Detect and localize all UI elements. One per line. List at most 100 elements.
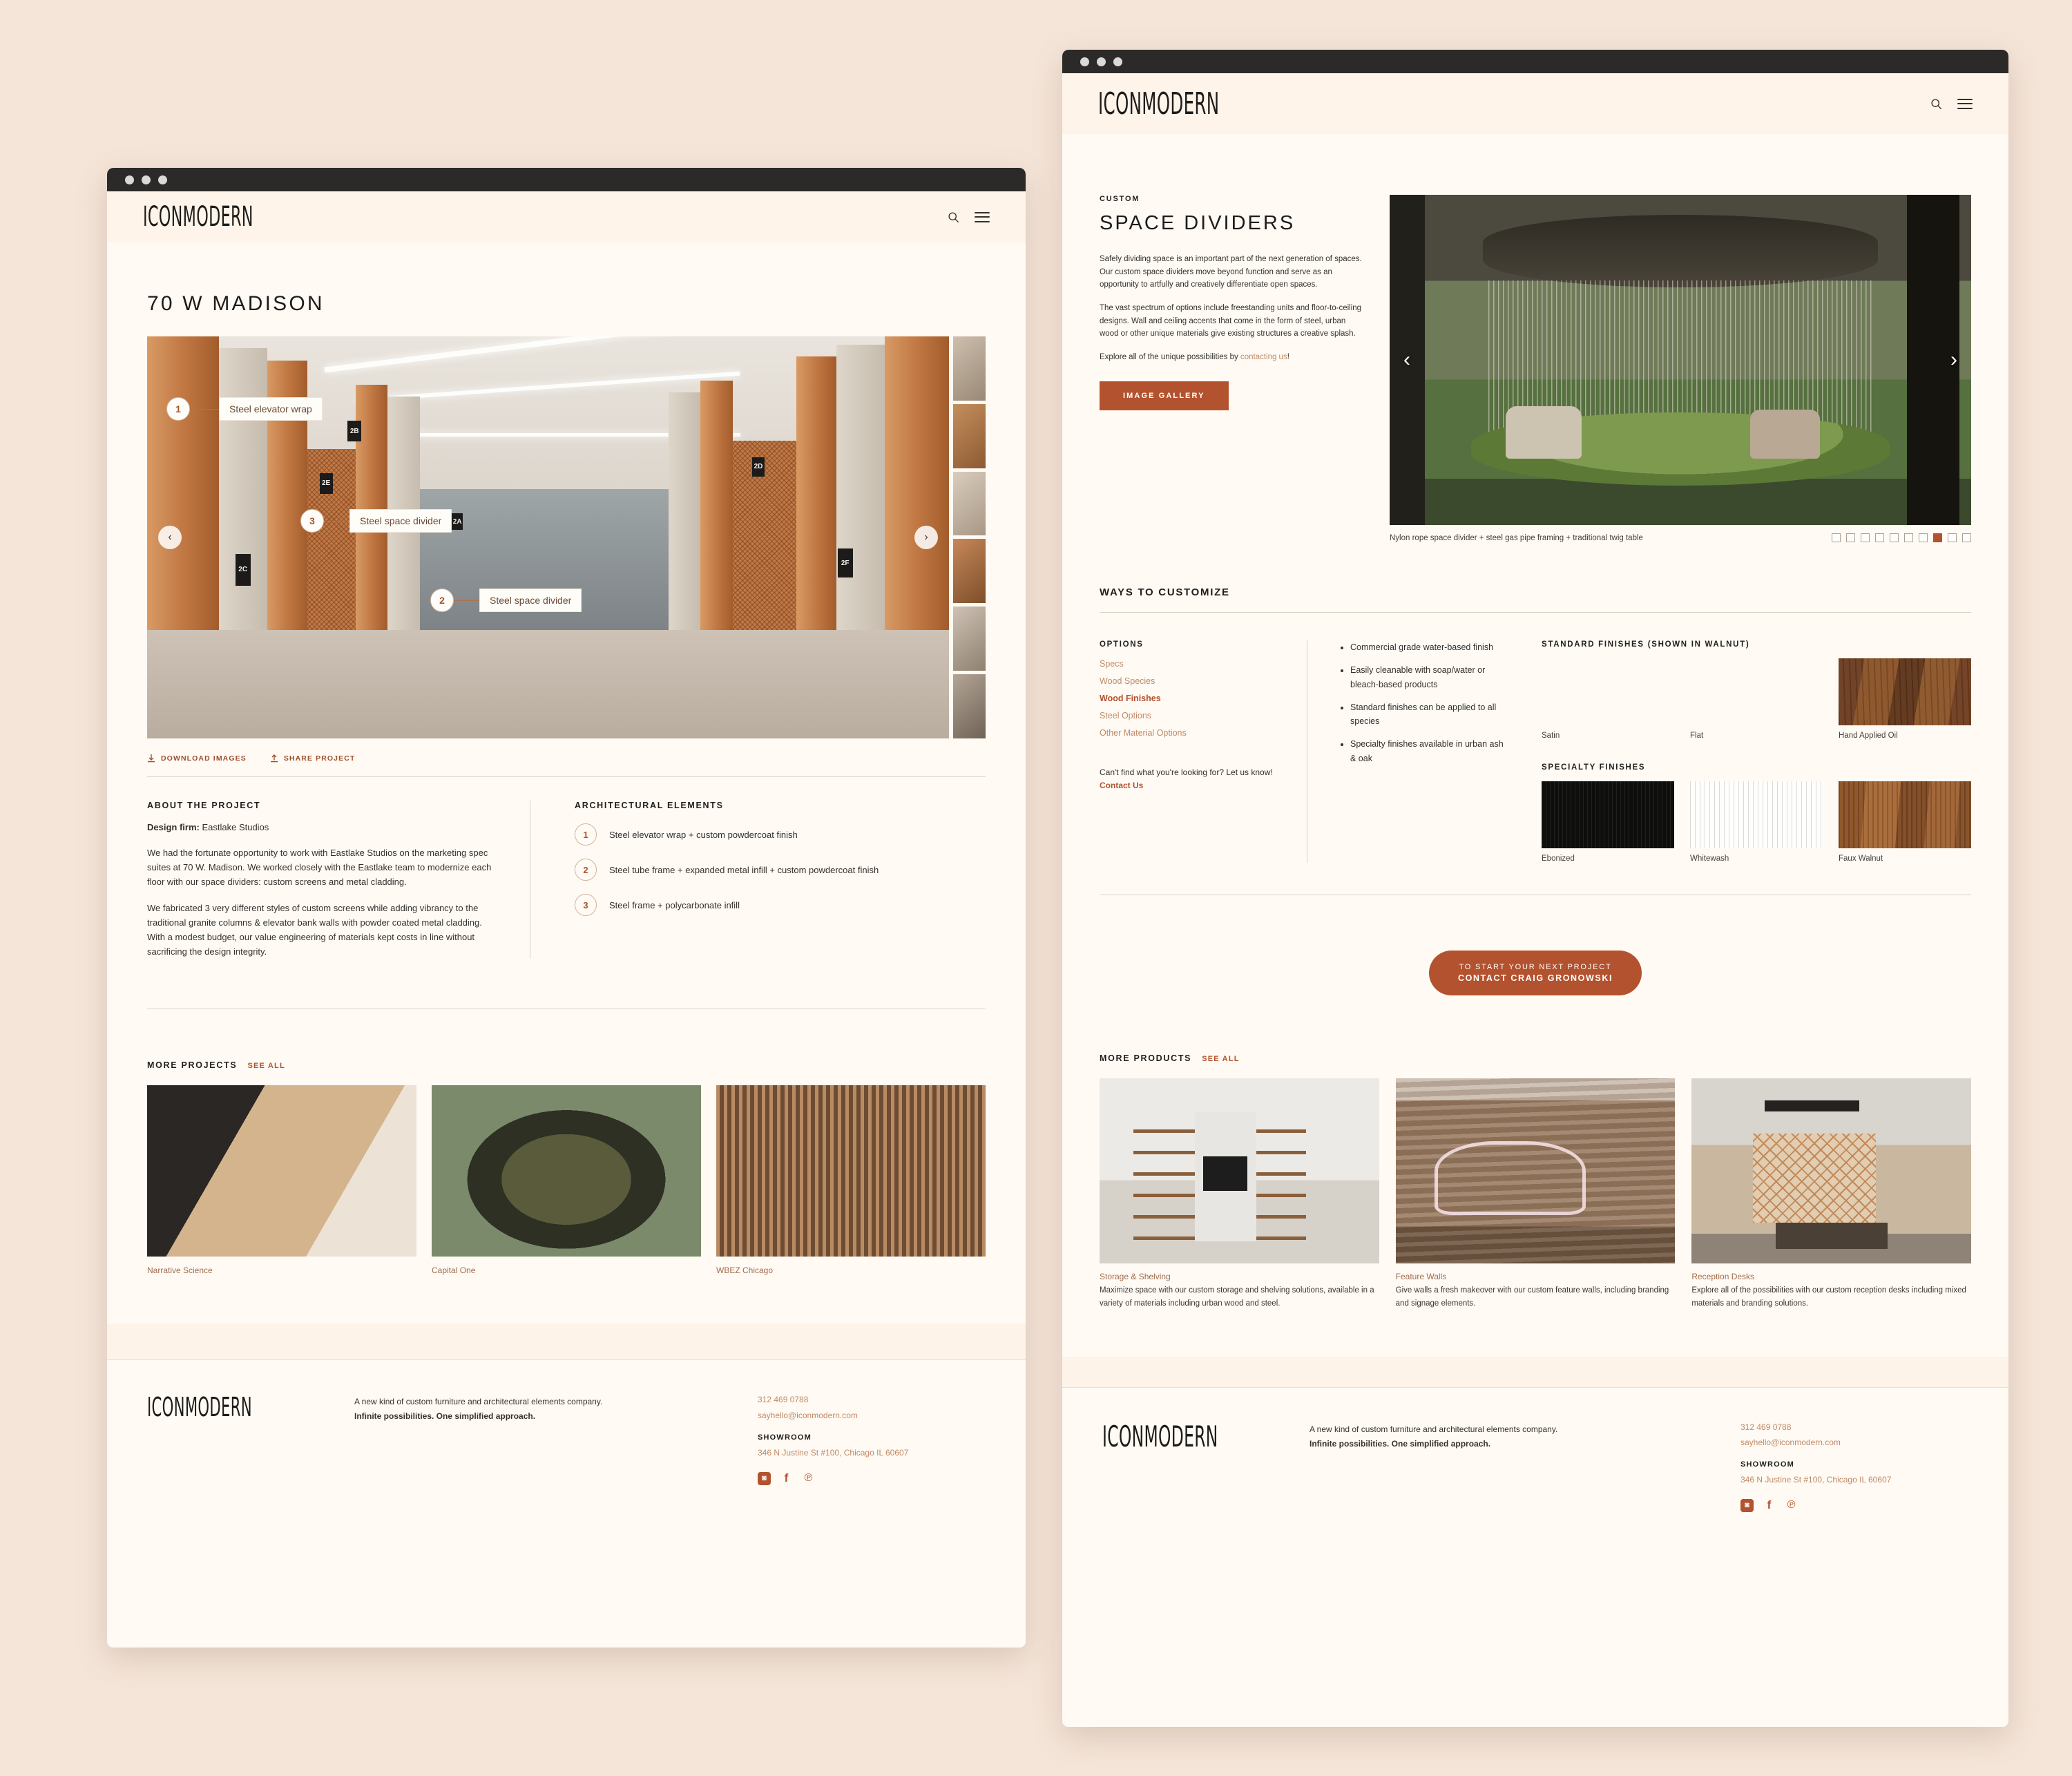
footer-phone[interactable]: 312 469 0788 xyxy=(758,1392,986,1408)
hero-next-button[interactable]: › xyxy=(914,526,938,549)
finish-swatch[interactable]: Whitewash xyxy=(1690,781,1823,863)
finish-swatch-image xyxy=(1839,781,1971,848)
project-card[interactable]: WBEZ Chicago xyxy=(716,1085,986,1275)
facebook-icon[interactable]: f xyxy=(780,1471,793,1485)
site-logo[interactable]: ICONMODERN xyxy=(1098,86,1219,122)
finish-swatch[interactable]: Ebonized xyxy=(1542,781,1674,863)
carousel-dot[interactable] xyxy=(1962,533,1971,542)
window-minimize-button[interactable] xyxy=(1097,57,1106,66)
more-projects-section: MORE PROJECTS SEE ALL Narrative Science … xyxy=(107,1060,1026,1275)
hero-image[interactable]: 2C 2E 2F 2D 2A 2B 1 Steel elevator wrap … xyxy=(147,336,949,738)
footer-address: 346 N Justine St #100, Chicago IL 60607 xyxy=(1740,1475,1892,1485)
site-header: ICONMODERN xyxy=(1062,73,2008,134)
product-paragraph-2: The vast spectrum of options include fre… xyxy=(1100,303,1362,338)
hero-thumbnail[interactable] xyxy=(953,336,986,401)
footer-email[interactable]: sayhello@iconmodern.com xyxy=(1740,1435,1968,1451)
option-wood-species[interactable]: Wood Species xyxy=(1100,676,1283,686)
finish-swatch[interactable]: Faux Walnut xyxy=(1839,781,1971,863)
carousel-dot[interactable] xyxy=(1948,533,1957,542)
footer-social-links: ◙ f ℗ xyxy=(758,1471,986,1485)
project-hero-section: 2C 2E 2F 2D 2A 2B 1 Steel elevator wrap … xyxy=(107,336,1026,738)
search-icon[interactable] xyxy=(1930,98,1942,110)
element-row: 3 Steel frame + polycarbonate infill xyxy=(575,894,986,916)
hero-callout-marker-1[interactable]: 1 xyxy=(166,397,190,421)
carousel-prev-button[interactable]: ‹ xyxy=(1403,350,1410,370)
facebook-icon[interactable]: f xyxy=(1763,1498,1776,1512)
option-wood-finishes[interactable]: Wood Finishes xyxy=(1100,694,1283,703)
hero-thumbnail[interactable] xyxy=(953,674,986,738)
carousel-dot[interactable] xyxy=(1875,533,1884,542)
hero-thumbnail[interactable] xyxy=(953,471,986,536)
footer-logo[interactable]: ICONMODERN xyxy=(1102,1420,1231,1453)
customize-bullet: Easily cleanable with soap/water or blea… xyxy=(1350,663,1510,691)
project-card-image xyxy=(716,1085,986,1257)
hamburger-menu-icon[interactable] xyxy=(975,211,990,222)
customize-bullets: Commercial grade water-based finish Easi… xyxy=(1307,640,1535,863)
site-logo[interactable]: ICONMODERN xyxy=(143,201,253,233)
instagram-icon[interactable]: ◙ xyxy=(1740,1498,1754,1512)
hero-prev-button[interactable]: ‹ xyxy=(158,526,182,549)
carousel-dot[interactable] xyxy=(1933,533,1942,542)
pinterest-icon[interactable]: ℗ xyxy=(802,1472,815,1485)
option-specs[interactable]: Specs xyxy=(1100,659,1283,669)
search-icon[interactable] xyxy=(948,211,959,223)
download-images-link[interactable]: DOWNLOAD IMAGES xyxy=(147,754,247,763)
hero-thumbnail[interactable] xyxy=(953,607,986,671)
finish-swatch[interactable]: Satin xyxy=(1542,658,1674,740)
image-gallery-button[interactable]: IMAGE GALLERY xyxy=(1100,381,1229,411)
option-other-material-options[interactable]: Other Material Options xyxy=(1100,728,1283,738)
project-card-image xyxy=(147,1085,416,1257)
window-close-button[interactable] xyxy=(125,175,134,184)
product-card-image xyxy=(1100,1078,1379,1263)
element-number: 2 xyxy=(575,859,597,881)
window-close-button[interactable] xyxy=(1080,57,1089,66)
finish-swatch[interactable]: Flat xyxy=(1690,658,1823,740)
hero-callout-marker-2[interactable]: 2 xyxy=(430,589,454,612)
finish-swatch-image xyxy=(1690,781,1823,848)
elements-heading: ARCHITECTURAL ELEMENTS xyxy=(575,801,724,810)
customize-bullet: Specialty finishes available in urban as… xyxy=(1350,737,1510,765)
footer-email[interactable]: sayhello@iconmodern.com xyxy=(758,1408,986,1424)
carousel-pagination[interactable] xyxy=(1832,533,1971,542)
product-card[interactable]: Feature Walls Give walls a fresh makeove… xyxy=(1395,1078,1676,1311)
hero-thumbnail[interactable] xyxy=(953,403,986,468)
more-projects-see-all-link[interactable]: SEE ALL xyxy=(247,1062,285,1070)
browser-titlebar xyxy=(107,168,1026,191)
carousel-dot[interactable] xyxy=(1846,533,1855,542)
carousel-dot[interactable] xyxy=(1890,533,1899,542)
contact-craig-gronowski-button[interactable]: TO START YOUR NEXT PROJECT CONTACT CRAIG… xyxy=(1428,951,1642,995)
contact-us-link[interactable]: Contact Us xyxy=(1100,781,1143,790)
window-maximize-button[interactable] xyxy=(1113,57,1122,66)
project-card[interactable]: Narrative Science xyxy=(147,1085,416,1275)
carousel-dot[interactable] xyxy=(1919,533,1928,542)
project-card[interactable]: Capital One xyxy=(432,1085,701,1275)
carousel-image[interactable]: ‹ › xyxy=(1390,195,1971,525)
product-card[interactable]: Storage & Shelving Maximize space with o… xyxy=(1100,1078,1379,1311)
hamburger-menu-icon[interactable] xyxy=(1957,98,1973,109)
finishes-panel: STANDARD FINISHES (SHOWN IN WALNUT) Sati… xyxy=(1535,640,1971,863)
carousel-dot[interactable] xyxy=(1904,533,1913,542)
footer-logo[interactable]: ICONMODERN xyxy=(147,1392,276,1422)
footer-desc-line2: Infinite possibilities. One simplified a… xyxy=(354,1411,536,1422)
hero-thumbnail[interactable] xyxy=(953,539,986,604)
carousel-dot[interactable] xyxy=(1832,533,1841,542)
customize-options-list: OPTIONS Specs Wood Species Wood Finishes… xyxy=(1100,640,1307,863)
window-maximize-button[interactable] xyxy=(158,175,167,184)
window-minimize-button[interactable] xyxy=(142,175,151,184)
contacting-us-link[interactable]: contacting us xyxy=(1240,353,1287,361)
footer-logo-block: ICONMODERN xyxy=(1102,1420,1310,1512)
more-products-see-all-link[interactable]: SEE ALL xyxy=(1202,1055,1239,1063)
carousel-next-button[interactable]: › xyxy=(1950,350,1957,370)
footer-phone[interactable]: 312 469 0788 xyxy=(1740,1420,1968,1435)
browser-titlebar xyxy=(1062,50,2008,73)
carousel-dot[interactable] xyxy=(1861,533,1870,542)
finish-swatch-image xyxy=(1542,781,1674,848)
option-steel-options[interactable]: Steel Options xyxy=(1100,711,1283,720)
product-card[interactable]: Reception Desks Explore all of the possi… xyxy=(1691,1078,1971,1311)
share-project-link[interactable]: SHARE PROJECT xyxy=(270,754,356,763)
finish-swatch[interactable]: Hand Applied Oil xyxy=(1839,658,1971,740)
footer-description: A new kind of custom furniture and archi… xyxy=(354,1392,758,1484)
instagram-icon[interactable]: ◙ xyxy=(758,1471,771,1485)
pinterest-icon[interactable]: ℗ xyxy=(1785,1499,1798,1512)
hero-callout-marker-3[interactable]: 3 xyxy=(300,509,324,533)
